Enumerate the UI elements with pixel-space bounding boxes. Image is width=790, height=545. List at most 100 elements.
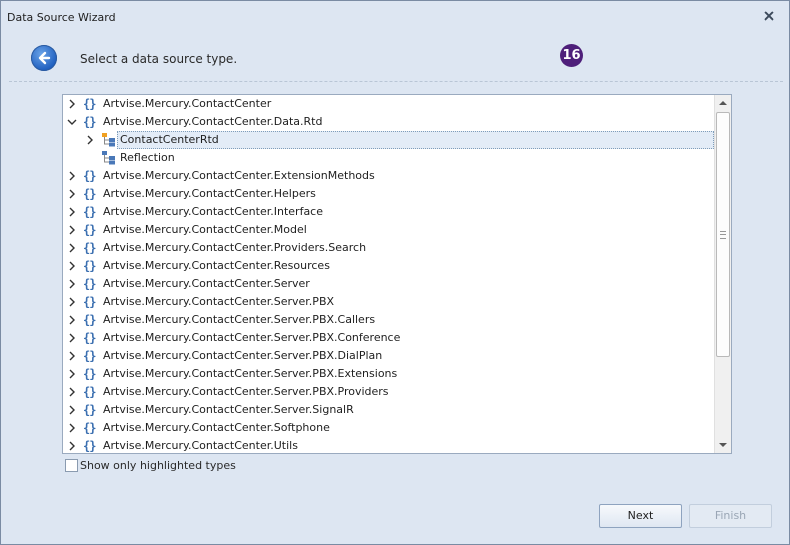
data-source-tree[interactable]: {} Artvise.Mercury.ContactCenter {} Artvise…	[62, 94, 732, 454]
tree-row[interactable]: {} Artvise.Mercury.ContactCenter.Server.P…	[63, 311, 713, 329]
arrow-left-icon	[38, 51, 51, 65]
tree-item-label: Artvise.Mercury.ContactCenter.Server.PBX…	[103, 331, 401, 344]
chevron-right-icon[interactable]	[67, 440, 77, 452]
chevron-right-icon[interactable]	[67, 332, 77, 344]
namespace-icon: {}	[83, 115, 96, 129]
tree-item-label: ContactCenterRtd	[120, 133, 219, 146]
tree-item-label: Artvise.Mercury.ContactCenter.Server.PBX…	[103, 349, 383, 362]
namespace-icon: {}	[83, 295, 96, 309]
chevron-right-icon[interactable]	[67, 404, 77, 416]
chevron-right-icon[interactable]	[67, 314, 77, 326]
tree-item-label: Artvise.Mercury.ContactCenter.ExtensionM…	[103, 169, 375, 182]
tree-row[interactable]: {} Artvise.Mercury.ContactCenter.Server.P…	[63, 329, 713, 347]
chevron-down-icon[interactable]	[67, 116, 77, 128]
chevron-right-icon[interactable]	[67, 350, 77, 362]
tree-item-label: Artvise.Mercury.ContactCenter.Softphone	[103, 421, 330, 434]
chevron-right-icon[interactable]	[67, 260, 77, 272]
tree-item-label: Artvise.Mercury.ContactCenter.Data.Rtd	[103, 115, 323, 128]
chevron-right-icon[interactable]	[67, 296, 77, 308]
back-button[interactable]	[31, 45, 57, 71]
chevron-right-icon[interactable]	[67, 170, 77, 182]
tree-row[interactable]: {} Artvise.Mercury.ContactCenter.Helpers	[63, 185, 713, 203]
step-badge: 16	[560, 44, 583, 67]
tree-row[interactable]: {} Artvise.Mercury.ContactCenter.Server.P…	[63, 293, 713, 311]
chevron-right-icon[interactable]	[67, 224, 77, 236]
tree-item-label: Artvise.Mercury.ContactCenter	[103, 97, 272, 110]
tree-item-label: Artvise.Mercury.ContactCenter.Model	[103, 223, 307, 236]
tree-item-label: Artvise.Mercury.ContactCenter.Resources	[103, 259, 330, 272]
chevron-right-icon[interactable]	[67, 242, 77, 254]
chevron-right-icon[interactable]	[67, 386, 77, 398]
scroll-up-icon[interactable]	[718, 98, 728, 108]
chevron-right-icon[interactable]	[85, 134, 95, 146]
show-highlighted-label: Show only highlighted types	[80, 459, 236, 472]
tree-item-label: Artvise.Mercury.ContactCenter.Server.PBX…	[103, 385, 389, 398]
tree-scrollbar[interactable]	[714, 95, 731, 453]
namespace-icon: {}	[83, 241, 96, 255]
scroll-down-icon[interactable]	[718, 440, 728, 450]
tree-row[interactable]: {} Artvise.Mercury.ContactCenter.Server.P…	[63, 347, 713, 365]
tree-row[interactable]: {} Artvise.Mercury.ContactCenter.Data.Rtd	[63, 113, 713, 131]
grip-icon	[720, 231, 726, 239]
namespace-icon: {}	[83, 259, 96, 273]
namespace-icon: {}	[83, 277, 96, 291]
header-divider	[9, 81, 783, 82]
chevron-right-icon[interactable]	[67, 368, 77, 380]
tree-rows: {} Artvise.Mercury.ContactCenter {} Artvise…	[63, 95, 714, 453]
tree-row[interactable]: Reflection	[63, 149, 713, 167]
page-instruction: Select a data source type.	[80, 52, 238, 66]
chevron-right-icon[interactable]	[67, 422, 77, 434]
namespace-icon: {}	[83, 223, 96, 237]
tree-row[interactable]: {} Artvise.Mercury.ContactCenter.Extensio…	[63, 167, 713, 185]
data-source-wizard-window: Data Source Wizard Select a data source …	[0, 0, 790, 545]
namespace-icon: {}	[83, 97, 96, 111]
tree-row[interactable]: {} Artvise.Mercury.ContactCenter.Server.S…	[63, 401, 713, 419]
tree-item-label: Artvise.Mercury.ContactCenter.Helpers	[103, 187, 316, 200]
tree-row[interactable]: {} Artvise.Mercury.ContactCenter.Utils	[63, 437, 713, 453]
tree-row[interactable]: {} Artvise.Mercury.ContactCenter.Interfac…	[63, 203, 713, 221]
scroll-thumb[interactable]	[716, 112, 730, 357]
namespace-icon: {}	[83, 367, 96, 381]
tree-row[interactable]: {} Artvise.Mercury.ContactCenter.Server.P…	[63, 365, 713, 383]
tree-row[interactable]: {} Artvise.Mercury.ContactCenter.Server	[63, 275, 713, 293]
close-icon[interactable]	[763, 10, 775, 22]
tree-item-label: Reflection	[120, 151, 175, 164]
show-highlighted-checkbox[interactable]	[65, 459, 78, 472]
tree-item-label: Artvise.Mercury.ContactCenter.Interface	[103, 205, 323, 218]
tree-row[interactable]: {} Artvise.Mercury.ContactCenter.Softphon…	[63, 419, 713, 437]
namespace-icon: {}	[83, 169, 96, 183]
wizard-header: Select a data source type. 16	[1, 31, 789, 83]
tree-item-label: Artvise.Mercury.ContactCenter.Server.PBX…	[103, 367, 398, 380]
tree-row[interactable]: ContactCenterRtd	[63, 131, 714, 149]
next-button[interactable]: Next	[599, 504, 682, 528]
tree-item-label: Artvise.Mercury.ContactCenter.Server.PBX	[103, 295, 335, 308]
namespace-icon: {}	[83, 421, 96, 435]
chevron-right-icon[interactable]	[67, 98, 77, 110]
namespace-icon: {}	[83, 349, 96, 363]
class-type-icon	[101, 150, 117, 166]
class-type-icon	[101, 132, 117, 148]
tree-item-label: Artvise.Mercury.ContactCenter.Providers.…	[103, 241, 367, 254]
tree-row[interactable]: {} Artvise.Mercury.ContactCenter	[63, 95, 713, 113]
title-bar: Data Source Wizard	[1, 1, 789, 31]
finish-button[interactable]: Finish	[689, 504, 772, 528]
tree-item-label: Artvise.Mercury.ContactCenter.Server.Sig…	[103, 403, 354, 416]
tree-item-label: Artvise.Mercury.ContactCenter.Utils	[103, 439, 298, 452]
tree-row[interactable]: {} Artvise.Mercury.ContactCenter.Server.P…	[63, 383, 713, 401]
window-title: Data Source Wizard	[7, 11, 116, 24]
namespace-icon: {}	[83, 403, 96, 417]
namespace-icon: {}	[83, 385, 96, 399]
namespace-icon: {}	[83, 331, 96, 345]
tree-row[interactable]: {} Artvise.Mercury.ContactCenter.Provider…	[63, 239, 713, 257]
chevron-right-icon[interactable]	[67, 278, 77, 290]
chevron-right-icon[interactable]	[67, 188, 77, 200]
namespace-icon: {}	[83, 205, 96, 219]
namespace-icon: {}	[83, 439, 96, 453]
namespace-icon: {}	[83, 187, 96, 201]
tree-item-label: Artvise.Mercury.ContactCenter.Server	[103, 277, 310, 290]
tree-item-label: Artvise.Mercury.ContactCenter.Server.PBX…	[103, 313, 376, 326]
tree-row[interactable]: {} Artvise.Mercury.ContactCenter.Resource…	[63, 257, 713, 275]
tree-row[interactable]: {} Artvise.Mercury.ContactCenter.Model	[63, 221, 713, 239]
namespace-icon: {}	[83, 313, 96, 327]
chevron-right-icon[interactable]	[67, 206, 77, 218]
